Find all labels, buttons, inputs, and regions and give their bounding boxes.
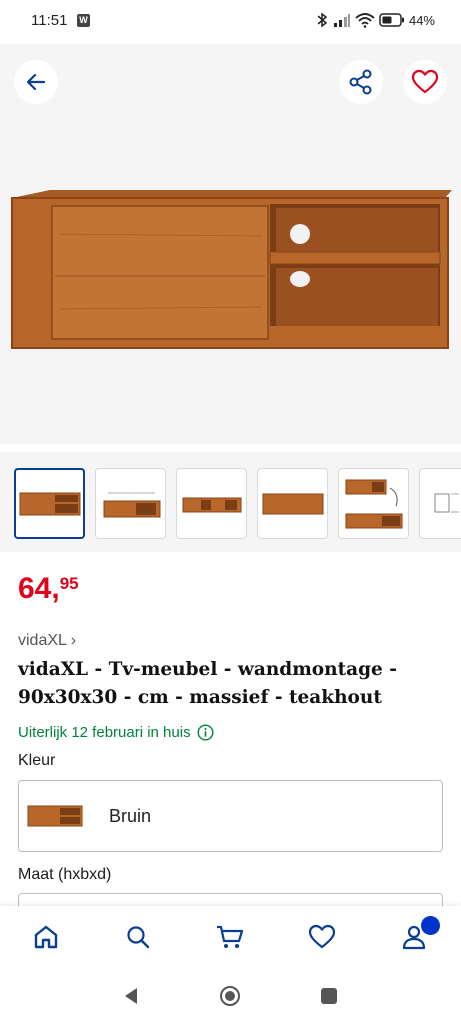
thumbnail-image <box>103 492 160 517</box>
chevron-right-icon: › <box>70 632 77 649</box>
status-bar: 11:51 W 44% <box>0 0 461 44</box>
nav-home[interactable] <box>29 920 63 954</box>
account-notification-badge <box>421 916 440 935</box>
brand-link[interactable]: vidaXL › <box>18 632 76 650</box>
system-back-icon[interactable] <box>121 986 141 1006</box>
product-image <box>11 190 452 349</box>
back-button[interactable] <box>14 60 58 104</box>
heart-icon <box>411 69 439 94</box>
thumbnail-2[interactable] <box>95 468 166 539</box>
product-price: 64, 95 <box>18 572 79 606</box>
price-main: 64, <box>18 572 60 605</box>
price-cents: 95 <box>59 574 79 593</box>
cart-icon <box>217 925 244 948</box>
system-recents-icon[interactable] <box>320 987 338 1005</box>
color-value: Bruin <box>109 806 152 826</box>
info-icon[interactable] <box>197 724 214 741</box>
search-icon <box>127 926 150 949</box>
thumbnail-1[interactable] <box>14 468 85 539</box>
system-navigation-bar <box>0 970 461 1024</box>
product-image-gallery[interactable] <box>0 44 461 444</box>
size-label: Maat (hxbxd) <box>18 866 112 883</box>
thumbnail-4[interactable] <box>257 468 328 539</box>
thumbnail-image <box>434 493 459 512</box>
thumbnail-image <box>345 479 402 528</box>
favorite-button[interactable] <box>403 60 447 104</box>
nav-favorites[interactable] <box>305 920 339 954</box>
thumbnail-3[interactable] <box>176 468 247 539</box>
thumbnail-5[interactable] <box>338 468 409 539</box>
wifi-icon <box>355 13 375 28</box>
status-time: 11:51 <box>31 12 68 29</box>
thumbnail-image <box>262 493 323 514</box>
thumbnail-image <box>182 497 241 512</box>
battery-icon <box>379 13 404 27</box>
app-notification-icon: W <box>77 14 90 27</box>
system-home-icon[interactable] <box>219 985 241 1007</box>
bottom-navigation <box>0 906 461 970</box>
color-label: Kleur <box>18 752 56 769</box>
heart-icon <box>308 924 336 949</box>
thumbnail-strip[interactable] <box>0 452 461 552</box>
home-icon <box>34 925 58 949</box>
nav-cart[interactable] <box>213 920 247 954</box>
color-swatch-image <box>27 805 83 827</box>
share-icon <box>349 69 372 95</box>
nav-search[interactable] <box>121 920 155 954</box>
delivery-text: Uiterlijk 12 februari in huis <box>18 724 191 741</box>
battery-percentage: 44% <box>408 12 435 28</box>
bluetooth-icon <box>317 12 328 28</box>
status-icons: 44% <box>315 10 435 30</box>
brand-name: vidaXL <box>18 632 67 649</box>
product-title: vidaXL - Tv-meubel - wandmontage - 90x30… <box>18 659 397 708</box>
thumbnail-6[interactable] <box>419 468 461 539</box>
delivery-info: Uiterlijk 12 februari in huis <box>18 724 214 741</box>
color-selector[interactable]: Bruin <box>18 780 443 852</box>
signal-icon <box>333 14 350 27</box>
share-button[interactable] <box>339 60 383 104</box>
thumbnail-image <box>19 492 80 515</box>
arrow-left-icon <box>26 73 46 91</box>
